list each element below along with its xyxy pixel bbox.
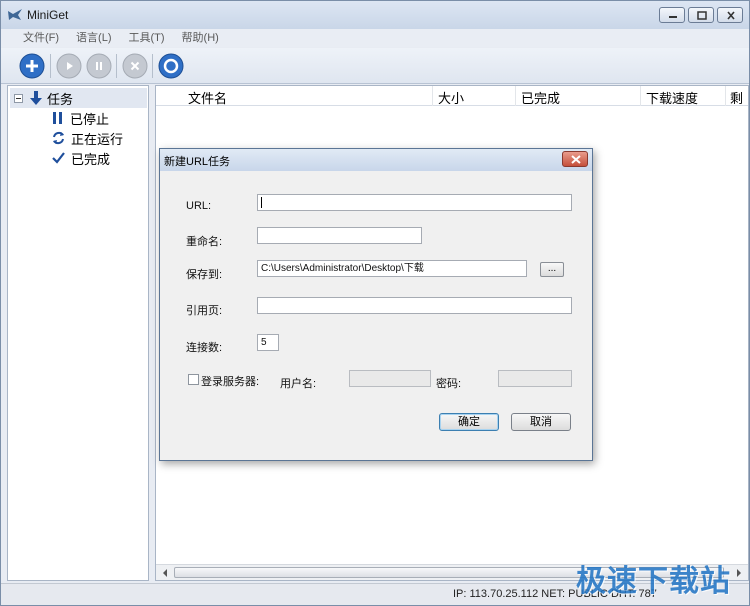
scroll-right-icon[interactable] [733, 566, 745, 580]
text-caret [261, 196, 262, 208]
toolbar [1, 48, 749, 84]
maximize-icon [697, 11, 707, 20]
connections-label: 连接数: [186, 342, 223, 354]
dialog-title-bar: 新建URL任务 [160, 149, 592, 171]
tree-label: 已完成 [71, 151, 111, 167]
menu-file[interactable]: 文件(F) [23, 29, 59, 47]
column-size[interactable]: 大小 [438, 88, 464, 107]
tree-item-running[interactable]: 正在运行 [52, 128, 123, 148]
password-label: 密码: [436, 378, 462, 390]
rename-input[interactable] [257, 227, 422, 244]
save-to-label: 保存到: [186, 269, 223, 281]
ok-button[interactable]: 确定 [439, 413, 499, 431]
task-tree: 任务 已停止 正在运行 已完成 [7, 85, 149, 581]
login-server-label: 登录服务器: [201, 376, 260, 388]
column-divider[interactable] [640, 86, 641, 106]
column-remaining[interactable]: 剩 [730, 88, 743, 107]
toolbar-separator [116, 54, 117, 78]
referer-input[interactable] [257, 297, 572, 314]
column-speed[interactable]: 下载速度 [646, 88, 698, 107]
password-input [498, 370, 572, 387]
url-label: URL: [186, 200, 212, 212]
browse-button[interactable]: ... [540, 262, 564, 277]
menu-help[interactable]: 帮助(H) [182, 29, 219, 47]
close-button[interactable] [717, 7, 743, 23]
column-filename[interactable]: 文件名 [188, 88, 227, 107]
menu-tools[interactable]: 工具(T) [129, 29, 165, 47]
tree-item-tasks[interactable]: 任务 [10, 88, 147, 108]
username-label: 用户名: [280, 378, 317, 390]
expand-icon[interactable] [14, 93, 23, 103]
watermark: 极速下载站 [576, 565, 731, 598]
rename-label: 重命名: [186, 236, 223, 248]
tree-label: 已停止 [70, 111, 110, 127]
username-input [349, 370, 431, 387]
main-window: MiniGet 文件(F) 语言(L) 工具(T) 帮助(H) 任务 已停止 正… [0, 0, 750, 606]
play-icon[interactable] [56, 53, 82, 79]
referer-label: 引用页: [186, 305, 223, 317]
checkmark-icon [52, 152, 65, 164]
close-icon [727, 11, 735, 20]
tree-item-stopped[interactable]: 已停止 [52, 108, 109, 128]
connections-input[interactable]: 5 [257, 334, 279, 351]
column-divider[interactable] [432, 86, 433, 106]
new-url-task-dialog: 新建URL任务 URL: 重命名: 保存到: C:\Users\Administ… [159, 148, 593, 461]
tree-label: 正在运行 [71, 131, 124, 147]
menu-language[interactable]: 语言(L) [76, 29, 111, 47]
pause-icon [53, 112, 62, 124]
column-divider[interactable] [515, 86, 516, 106]
add-icon[interactable] [19, 53, 45, 79]
title-bar: MiniGet [1, 1, 749, 29]
arrow-down-icon [30, 91, 42, 105]
list-header: 文件名 大小 已完成 下载速度 剩 [156, 86, 748, 106]
tree-label: 任务 [47, 91, 74, 107]
minimize-icon [669, 16, 677, 18]
tree-item-completed[interactable]: 已完成 [52, 148, 110, 168]
scroll-left-icon[interactable] [159, 566, 171, 580]
menu-bar: 文件(F) 语言(L) 工具(T) 帮助(H) [1, 29, 749, 47]
dialog-body: URL: 重命名: 保存到: C:\Users\Administrator\De… [161, 171, 591, 459]
column-divider[interactable] [725, 86, 726, 106]
refresh-icon [53, 131, 64, 145]
settings-icon[interactable] [158, 53, 184, 79]
close-icon [571, 155, 581, 164]
window-title: MiniGet [27, 8, 69, 22]
delete-icon[interactable] [122, 53, 148, 79]
login-server-checkbox[interactable] [188, 374, 199, 385]
cancel-button[interactable]: 取消 [511, 413, 571, 431]
dialog-title: 新建URL任务 [164, 156, 231, 168]
save-path-input[interactable]: C:\Users\Administrator\Desktop\下载 [257, 260, 527, 277]
toolbar-separator [152, 54, 153, 78]
column-completed[interactable]: 已完成 [521, 88, 560, 107]
url-input[interactable] [257, 194, 572, 211]
app-icon [8, 9, 22, 20]
dialog-close-button[interactable] [562, 151, 588, 167]
maximize-button[interactable] [688, 7, 714, 23]
pause-icon[interactable] [86, 53, 112, 79]
toolbar-separator [50, 54, 51, 78]
minimize-button[interactable] [659, 7, 685, 23]
